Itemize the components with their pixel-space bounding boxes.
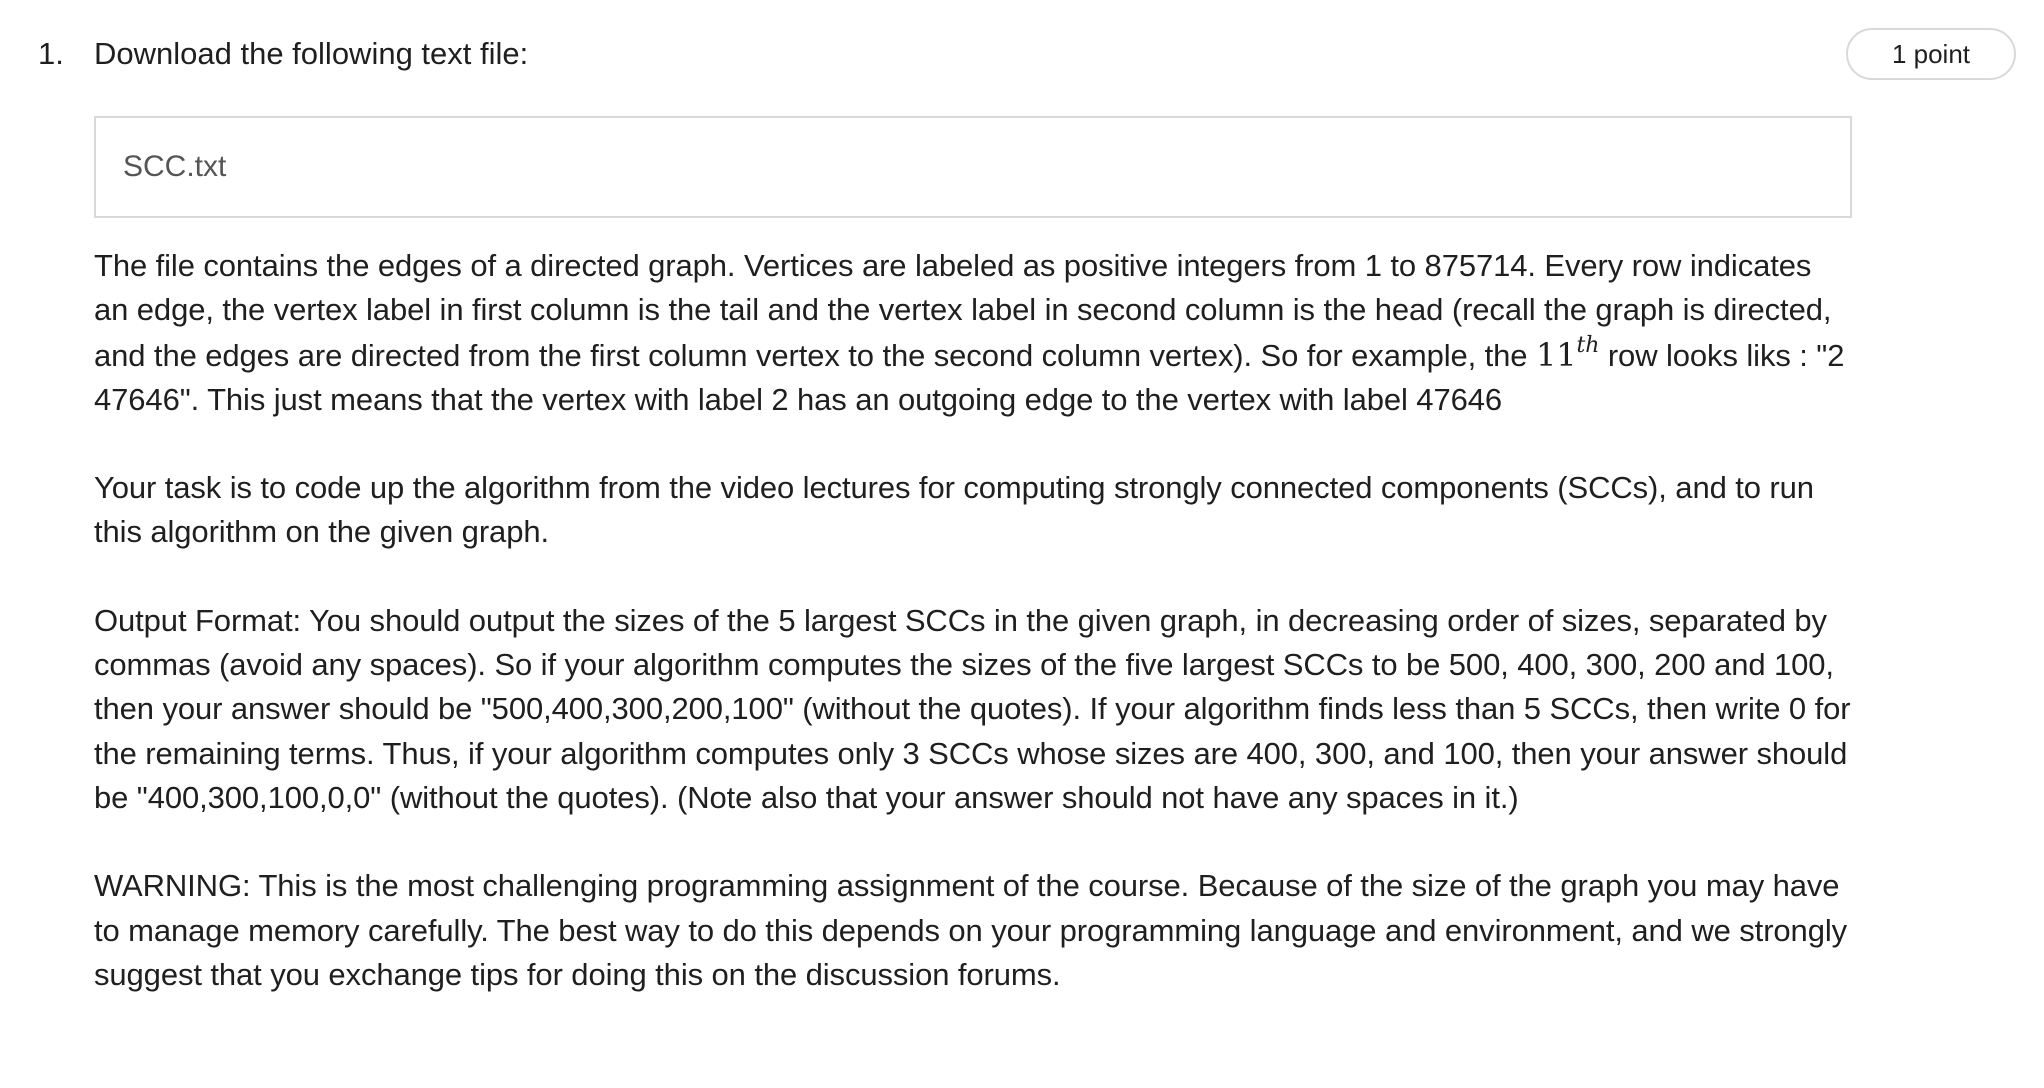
file-name-link[interactable]: SCC.txt	[123, 150, 226, 184]
question-prompt: Download the following text file:	[94, 36, 529, 71]
file-download-box[interactable]: SCC.txt	[94, 116, 1852, 218]
description-paragraph: The file contains the edges of a directe…	[94, 244, 1852, 422]
task-paragraph: Your task is to code up the algorithm fr…	[94, 470, 1814, 550]
points-badge: 1 point	[1846, 28, 2016, 80]
output-format-paragraph: Output Format: You should output the siz…	[94, 602, 1851, 815]
question-number: 1.	[38, 36, 64, 71]
warning-paragraph: WARNING: This is the most challenging pr…	[94, 868, 1848, 992]
math-ordinal-suffix: th	[1576, 332, 1600, 358]
math-ordinal-base: 11	[1535, 335, 1577, 374]
question-content: Download the following text file: SCC.tx…	[94, 32, 1852, 997]
math-ordinal: 11th	[1535, 332, 1600, 374]
